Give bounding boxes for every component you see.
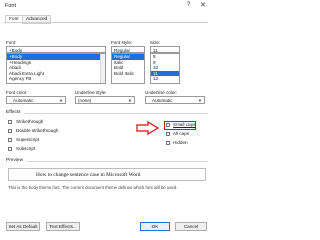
double-strikethrough-checkbox[interactable] <box>8 129 12 133</box>
underline-style-dropdown[interactable]: (none) ▼ <box>75 96 135 104</box>
effects-label: Effects <box>6 110 21 115</box>
ok-label: OK <box>151 224 159 229</box>
hidden-label: Hidden <box>173 140 188 145</box>
font-color-value: Automatic <box>13 98 34 103</box>
superscript-checkbox[interactable] <box>8 138 12 142</box>
double-strikethrough-label: Double strikethrough <box>16 128 59 133</box>
preview-box: How to change sentence case in Microsoft… <box>8 168 206 181</box>
preview-note: This is the body theme font. The current… <box>8 185 178 190</box>
underline-color-value: Automatic <box>152 98 173 103</box>
subscript-label: Subscript <box>16 146 36 151</box>
strikethrough-checkbox[interactable] <box>8 120 12 124</box>
font-label: Font: <box>6 40 17 45</box>
font-option[interactable]: Agency FB <box>7 76 105 82</box>
title-bar: Font ? ✕ <box>0 0 213 12</box>
dialog-title: Font <box>5 3 17 9</box>
font-input[interactable]: +Body <box>6 46 106 53</box>
strikethrough-label: Strikethrough <box>16 119 44 124</box>
chevron-down-icon: ▼ <box>198 98 202 103</box>
superscript-label: Superscript <box>16 137 40 142</box>
help-icon[interactable]: ? <box>187 2 190 8</box>
size-label: Size: <box>150 40 161 45</box>
font-style-list[interactable]: Regular Italic Bold Bold Italic <box>111 53 145 84</box>
font-dialog: Font ? ✕ Font Advanced Font: +Body +Body… <box>0 0 213 236</box>
underline-color-dropdown[interactable]: Automatic ▼ <box>145 96 205 104</box>
text-effects-button[interactable]: Text Effects... <box>46 222 80 231</box>
preview-text: How to change sentence case in Microsoft… <box>36 172 141 178</box>
underline-color-label: Underline color: <box>145 90 178 95</box>
close-icon[interactable]: ✕ <box>200 1 206 9</box>
underline-style-label: Underline style: <box>75 90 107 95</box>
effects-divider <box>24 113 208 114</box>
chevron-down-icon: ▼ <box>59 98 63 103</box>
font-list[interactable]: +Body +Headings Abadi Abadi Extra Light … <box>6 53 106 84</box>
font-style-label: Font style: <box>111 40 133 45</box>
small-caps-label: Small caps <box>173 122 196 127</box>
underline-style-value: (none) <box>78 98 92 103</box>
chevron-down-icon: ▼ <box>128 98 132 103</box>
all-caps-checkbox[interactable] <box>166 132 170 136</box>
font-list-scrollbar[interactable] <box>100 54 105 83</box>
hidden-checkbox[interactable] <box>166 141 170 145</box>
cancel-button[interactable]: Cancel <box>175 222 207 231</box>
font-color-dropdown[interactable]: Automatic ▼ <box>6 96 66 104</box>
tab-divider <box>4 22 208 23</box>
subscript-checkbox[interactable] <box>8 147 12 151</box>
arrow-annotation-icon <box>136 121 160 135</box>
font-color-label: Font color: <box>6 90 28 95</box>
all-caps-label: All caps <box>173 131 190 136</box>
size-option[interactable]: 12 <box>151 76 179 82</box>
set-as-default-label: Set As Default <box>8 224 38 229</box>
preview-divider <box>27 161 208 162</box>
size-input[interactable]: 11 <box>150 46 180 53</box>
font-style-option[interactable]: Bold Italic <box>112 71 144 77</box>
ok-button[interactable]: OK <box>140 222 170 231</box>
text-effects-label: Text Effects... <box>49 224 77 229</box>
preview-label: Preview <box>6 158 24 163</box>
font-style-input[interactable]: Regular <box>111 46 145 53</box>
cancel-label: Cancel <box>183 224 199 229</box>
size-list[interactable]: 8 9 10 11 12 <box>150 53 180 84</box>
set-as-default-button[interactable]: Set As Default <box>6 222 40 231</box>
small-caps-checkbox[interactable] <box>166 123 170 127</box>
